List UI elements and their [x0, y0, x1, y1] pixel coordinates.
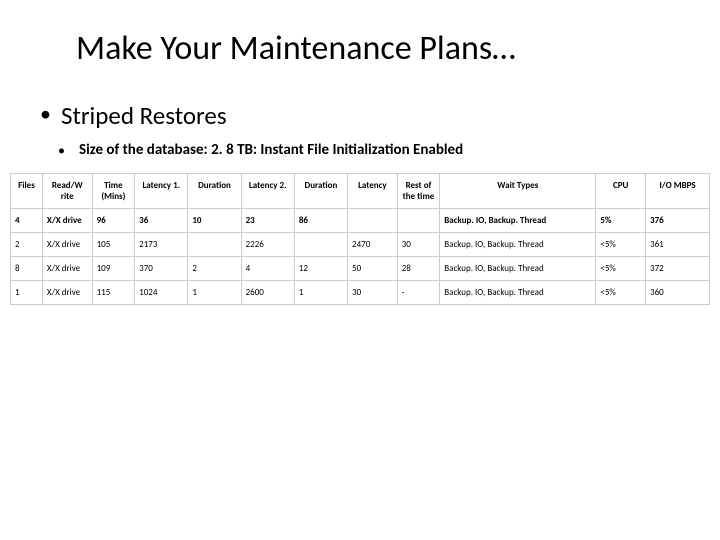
- th-io: I/O MBPS: [646, 173, 710, 208]
- td-lat2: 23: [241, 208, 294, 232]
- td-dur2: 1: [294, 280, 347, 304]
- subtitle-text: Striped Restores: [61, 101, 227, 131]
- td-dur1: [188, 232, 241, 256]
- th-lat1: Latency 1.: [135, 173, 188, 208]
- td-rw: X/X drive: [42, 256, 92, 280]
- th-time: Time (Mins): [92, 173, 135, 208]
- td-io: 372: [646, 256, 710, 280]
- th-lat3: Latency: [348, 173, 398, 208]
- td-rest: 28: [397, 256, 440, 280]
- td-dur1: 1: [188, 280, 241, 304]
- table-row: 4X/X drive9636102386 Backup. IO, Backup. …: [11, 208, 710, 232]
- table-row: 8X/X drive10937024125028Backup. IO, Back…: [11, 256, 710, 280]
- td-cpu: <5%: [596, 232, 646, 256]
- td-io: 376: [646, 208, 710, 232]
- td-wait: Backup. IO, Backup. Thread: [440, 232, 596, 256]
- subtitle-row: • Striped Restores: [40, 101, 680, 131]
- table-container: Files Read/W rite Time (Mins) Latency 1.…: [10, 173, 710, 305]
- th-files: Files: [11, 173, 43, 208]
- th-rest: Rest of the time: [397, 173, 440, 208]
- td-time: 96: [92, 208, 135, 232]
- th-dur1: Duration: [188, 173, 241, 208]
- info-text: Size of the database: 2. 8 TB: Instant F…: [79, 141, 463, 161]
- td-wait: Backup. IO, Backup. Thread: [440, 208, 596, 232]
- td-lat2: 2226: [241, 232, 294, 256]
- td-files: 4: [11, 208, 43, 232]
- td-time: 105: [92, 232, 135, 256]
- td-dur2: [294, 232, 347, 256]
- td-lat3: 50: [348, 256, 398, 280]
- td-files: 8: [11, 256, 43, 280]
- td-dur1: 2: [188, 256, 241, 280]
- td-files: 2: [11, 232, 43, 256]
- td-cpu: <5%: [596, 256, 646, 280]
- restore-table: Files Read/W rite Time (Mins) Latency 1.…: [10, 173, 710, 305]
- td-dur2: 86: [294, 208, 347, 232]
- table-row: 2X/X drive1052173 2226 247030Backup. IO, B…: [11, 232, 710, 256]
- bullet-icon: •: [40, 101, 51, 127]
- td-files: 1: [11, 280, 43, 304]
- td-rw: X/X drive: [42, 232, 92, 256]
- td-rest: 30: [397, 232, 440, 256]
- td-io: 361: [646, 232, 710, 256]
- td-io: 360: [646, 280, 710, 304]
- td-lat3: [348, 208, 398, 232]
- td-rest: -: [397, 280, 440, 304]
- td-wait: Backup. IO, Backup. Thread: [440, 280, 596, 304]
- bullet-icon: •: [58, 141, 65, 161]
- td-lat1: 36: [135, 208, 188, 232]
- td-cpu: 5%: [596, 208, 646, 232]
- td-wait: Backup. IO, Backup. Thread: [440, 256, 596, 280]
- td-lat3: 30: [348, 280, 398, 304]
- td-cpu: <5%: [596, 280, 646, 304]
- th-wait: Wait Types: [440, 173, 596, 208]
- td-lat1: 1024: [135, 280, 188, 304]
- table-row: 1X/X drive115102412600130-Backup. IO, Ba…: [11, 280, 710, 304]
- td-lat1: 370: [135, 256, 188, 280]
- slide-title: Make Your Maintenance Plans…: [76, 28, 680, 69]
- table-header-row: Files Read/W rite Time (Mins) Latency 1.…: [11, 173, 710, 208]
- th-lat2: Latency 2.: [241, 173, 294, 208]
- th-dur2: Duration: [294, 173, 347, 208]
- td-dur1: 10: [188, 208, 241, 232]
- info-row: • Size of the database: 2. 8 TB: Instant…: [58, 141, 680, 161]
- td-rest: [397, 208, 440, 232]
- td-time: 109: [92, 256, 135, 280]
- td-lat2: 2600: [241, 280, 294, 304]
- td-lat3: 2470: [348, 232, 398, 256]
- td-time: 115: [92, 280, 135, 304]
- th-rw: Read/W rite: [42, 173, 92, 208]
- td-lat1: 2173: [135, 232, 188, 256]
- td-lat2: 4: [241, 256, 294, 280]
- td-rw: X/X drive: [42, 208, 92, 232]
- td-dur2: 12: [294, 256, 347, 280]
- th-cpu: CPU: [596, 173, 646, 208]
- td-rw: X/X drive: [42, 280, 92, 304]
